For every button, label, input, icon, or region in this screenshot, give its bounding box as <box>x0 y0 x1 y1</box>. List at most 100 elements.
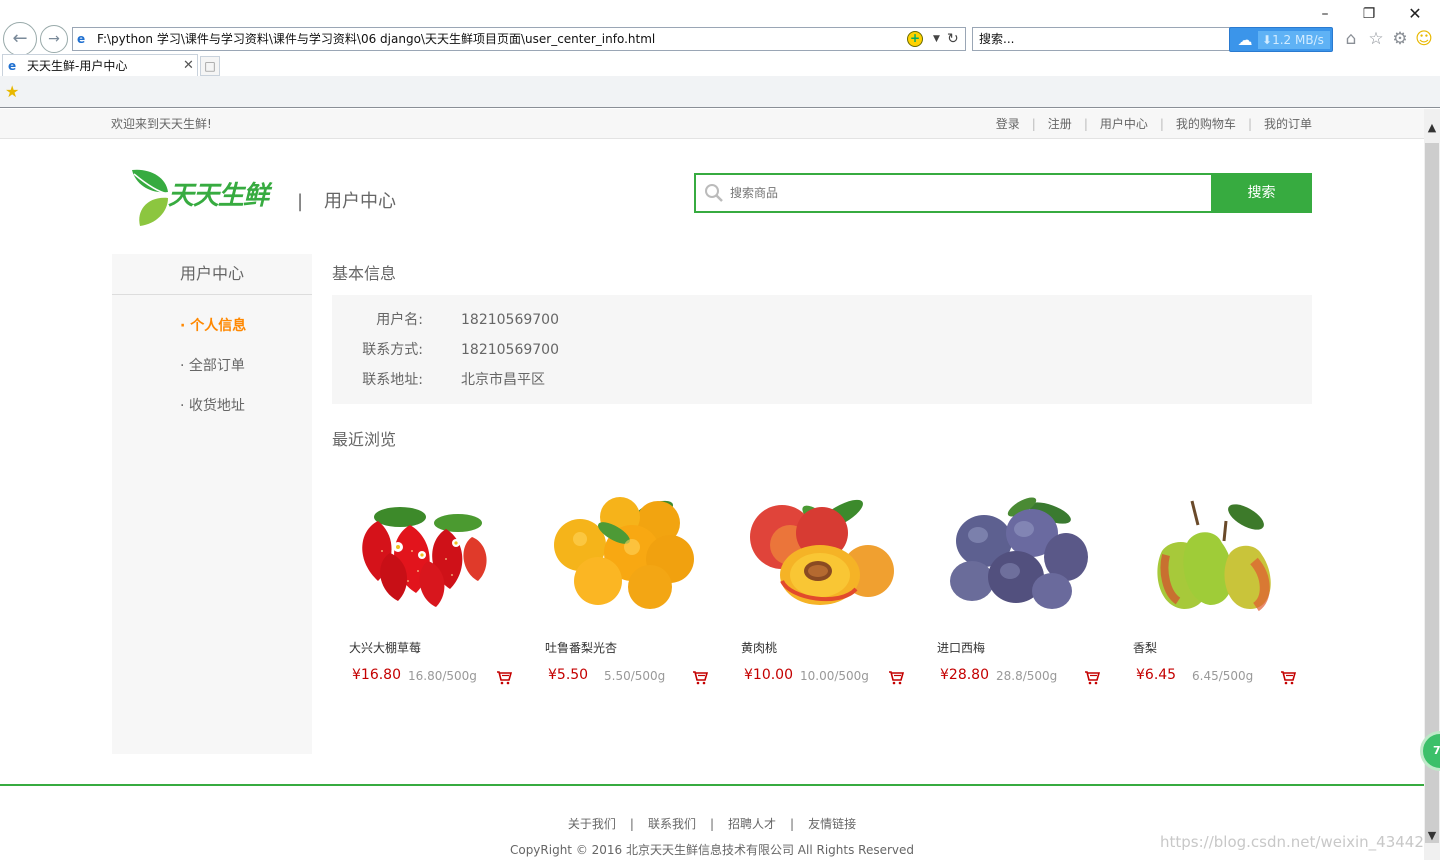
info-row-contact: 联系方式: 18210569700 <box>332 340 1312 360</box>
strawberry-image[interactable] <box>338 481 506 621</box>
product-search-input[interactable] <box>730 175 1200 211</box>
back-button[interactable]: ← <box>3 22 37 56</box>
goods-item[interactable]: 黄肉桃 ¥10.00 10.00/500g <box>724 481 920 701</box>
sidebar-item-profile[interactable]: · 个人信息 <box>180 316 246 336</box>
settings-gear-icon[interactable]: ⚙ <box>1390 29 1410 49</box>
peach-image[interactable] <box>730 481 898 621</box>
sidebar-item-orders[interactable]: · 全部订单 <box>180 356 245 376</box>
info-value: 18210569700 <box>461 312 559 328</box>
scroll-down-arrow-icon[interactable]: ▼ <box>1424 829 1440 842</box>
info-label: 联系地址: <box>362 372 423 388</box>
goods-price: ¥6.45 <box>1136 667 1177 683</box>
tab-title: 天天生鲜-用户中心 <box>27 59 128 73</box>
goods-price: ¥16.80 <box>352 667 401 683</box>
add-to-cart-icon[interactable] <box>1280 669 1296 685</box>
address-bar[interactable]: e F:\python 学习\课件与学习资料\课件与学习资料\06 django… <box>72 27 966 51</box>
user-center-sidebar: 用户中心 · 个人信息 · 全部订单 · 收货地址 <box>112 254 312 754</box>
apricot-image[interactable] <box>534 481 702 621</box>
smiley-feedback-icon[interactable]: ☺ <box>1414 29 1434 49</box>
info-value: 北京市昌平区 <box>461 372 545 388</box>
info-label: 用户名: <box>376 312 423 328</box>
refresh-icon[interactable]: ↻ <box>947 28 959 50</box>
security-plugin-icon[interactable]: + <box>907 31 923 47</box>
goods-price: ¥10.00 <box>744 667 793 683</box>
friend-links-link[interactable]: 友情链接 <box>808 817 856 831</box>
ie-page-icon: e <box>77 32 86 46</box>
recent-browse-title: 最近浏览 <box>332 430 397 449</box>
tab-close-icon[interactable]: ✕ <box>183 55 194 77</box>
add-to-cart-icon[interactable] <box>888 669 904 685</box>
sidebar-item-address[interactable]: · 收货地址 <box>180 396 245 416</box>
search-button[interactable]: 搜索 <box>1211 173 1312 213</box>
page-viewport: 欢迎来到天天生鲜! 登录 | 注册 | 用户中心 | 我的购物车 | 我的订单 … <box>0 109 1424 860</box>
add-favorite-star-icon[interactable]: ★ <box>5 82 19 102</box>
ie-tab-icon: e <box>8 59 17 73</box>
goods-item[interactable]: 大兴大棚草莓 ¥16.80 16.80/500g <box>332 481 528 701</box>
divider: | <box>790 817 795 831</box>
divider: | <box>629 817 634 831</box>
browser-search-placeholder: 搜索... <box>979 32 1015 46</box>
goods-name[interactable]: 大兴大棚草莓 <box>349 639 421 657</box>
welcome-text: 欢迎来到天天生鲜! <box>111 117 212 131</box>
info-row-address: 联系地址: 北京市昌平区 <box>332 370 1312 390</box>
top-links: 登录 | 注册 | 用户中心 | 我的购物车 | 我的订单 <box>996 109 1312 139</box>
browser-tab[interactable]: e 天天生鲜-用户中心 ✕ <box>2 54 198 76</box>
goods-name[interactable]: 黄肉桃 <box>741 639 777 657</box>
browser-chrome: – ❐ ✕ ← → e F:\python 学习\课件与学习资料\课件与学习资料… <box>0 0 1440 108</box>
blog-watermark: https://blog.csdn.net/weixin_43442290 <box>1160 833 1424 851</box>
header-separator: | <box>297 191 304 212</box>
minimize-button[interactable]: – <box>1302 2 1348 26</box>
info-row-username: 用户名: 18210569700 <box>332 310 1312 330</box>
divider: | <box>709 817 715 831</box>
favorites-star-icon[interactable]: ☆ <box>1366 29 1386 49</box>
home-icon[interactable]: ⌂ <box>1341 29 1361 49</box>
add-to-cart-icon[interactable] <box>496 669 512 685</box>
login-link[interactable]: 登录 <box>996 109 1020 139</box>
plum-image[interactable] <box>926 481 1094 621</box>
goods-unit-price: 5.50/500g <box>604 669 666 683</box>
goods-name[interactable]: 香梨 <box>1133 639 1157 657</box>
basic-info-box: 用户名: 18210569700 联系方式: 18210569700 联系地址:… <box>332 295 1312 404</box>
footer-divider <box>0 784 1424 786</box>
browser-search-field[interactable]: 搜索... <box>972 27 1232 51</box>
divider: | <box>1247 117 1252 131</box>
goods-item[interactable]: 吐鲁番梨光杏 ¥5.50 5.50/500g <box>528 481 724 701</box>
divider: | <box>1031 117 1036 131</box>
scroll-up-arrow-icon[interactable]: ▲ <box>1424 121 1440 134</box>
register-link[interactable]: 注册 <box>1048 109 1072 139</box>
search-icon <box>705 184 723 202</box>
goods-item[interactable]: 进口西梅 ¥28.80 28.8/500g <box>920 481 1116 701</box>
my-cart-link[interactable]: 我的购物车 <box>1176 109 1236 139</box>
goods-item[interactable]: 香梨 ¥6.45 6.45/500g <box>1116 481 1312 701</box>
site-logo[interactable]: 天天生鲜 <box>128 166 278 228</box>
favorites-bar: ★ <box>0 76 1440 108</box>
goods-unit-price: 10.00/500g <box>800 669 869 683</box>
my-orders-link[interactable]: 我的订单 <box>1264 109 1312 139</box>
user-center-link[interactable]: 用户中心 <box>1100 109 1148 139</box>
info-value: 18210569700 <box>461 342 559 358</box>
divider: | <box>1159 117 1164 131</box>
page-subtitle: 用户中心 <box>324 191 396 212</box>
goods-name[interactable]: 吐鲁番梨光杏 <box>545 639 617 657</box>
new-tab-button[interactable]: □ <box>200 56 220 76</box>
contact-us-link[interactable]: 联系我们 <box>648 817 696 831</box>
download-speed-widget[interactable]: ☁ ⬇1.2 MB/s <box>1229 27 1333 52</box>
address-dropdown-icon[interactable]: ▼ <box>933 29 940 49</box>
goods-name[interactable]: 进口西梅 <box>937 639 985 657</box>
site-topbar: 欢迎来到天天生鲜! 登录 | 注册 | 用户中心 | 我的购物车 | 我的订单 <box>0 109 1424 139</box>
goods-unit-price: 28.8/500g <box>996 669 1058 683</box>
pear-image[interactable] <box>1122 481 1290 621</box>
add-to-cart-icon[interactable] <box>1084 669 1100 685</box>
about-us-link[interactable]: 关于我们 <box>568 817 616 831</box>
add-to-cart-icon[interactable] <box>692 669 708 685</box>
close-window-button[interactable]: ✕ <box>1392 2 1438 26</box>
maximize-button[interactable]: ❐ <box>1346 2 1392 26</box>
download-speed-value: ⬇1.2 MB/s <box>1258 31 1330 49</box>
product-search-box <box>694 173 1212 213</box>
careers-link[interactable]: 招聘人才 <box>728 817 776 831</box>
forward-button[interactable]: → <box>40 25 68 53</box>
info-label: 联系方式: <box>362 342 423 358</box>
sidebar-title: 用户中心 <box>112 254 312 295</box>
divider: | <box>1083 117 1088 131</box>
cloud-icon: ☁ <box>1237 31 1253 49</box>
